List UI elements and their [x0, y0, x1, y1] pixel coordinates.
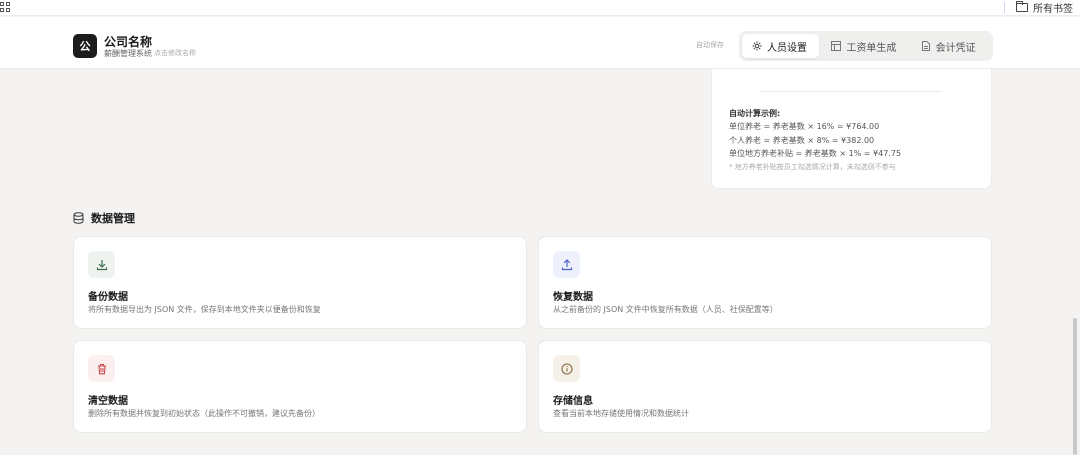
calc-line: 单位养老 = 养老基数 × 16% = ¥764.00 — [729, 122, 880, 131]
main-tabs: 人员设置 工资单生成 会计凭证 — [739, 31, 993, 61]
apps-grid-icon[interactable] — [0, 2, 10, 12]
bookmarks-separator — [1004, 2, 1005, 13]
section-title-text: 数据管理 — [91, 212, 135, 225]
gear-icon — [752, 41, 762, 51]
autosave-status: 自动保存 — [696, 41, 724, 49]
table-icon — [831, 41, 842, 51]
company-logo[interactable]: 公 — [73, 34, 97, 58]
all-bookmarks-label: 所有书签 — [1033, 3, 1073, 15]
card-description: 查看当前本地存储使用情况和数据统计 — [553, 409, 689, 418]
card-title: 存储信息 — [553, 396, 593, 407]
folder-icon — [1016, 0, 1028, 12]
calc-note: * 地方养老补贴按员工勾选情况计算，未勾选则不参与 — [729, 163, 896, 171]
tab-personnel-settings[interactable]: 人员设置 — [742, 34, 820, 58]
data-management-title: 数据管理 — [73, 210, 135, 226]
calc-line: 个人养老 = 养老基数 × 8% = ¥382.00 — [729, 136, 875, 145]
card-description: 将所有数据导出为 JSON 文件，保存到本地文件夹以便备份和恢复 — [88, 305, 321, 314]
all-bookmarks-folder[interactable]: 所有书签 — [1016, 0, 1073, 15]
info-icon — [553, 355, 580, 382]
card-description: 从之前备份的 JSON 文件中恢复所有数据（人员、社保配置等） — [553, 305, 778, 314]
calc-example-title: 自动计算示例: — [729, 109, 781, 118]
calc-example-card: 自动计算示例: 单位养老 = 养老基数 × 16% = ¥764.00 个人养老… — [711, 69, 992, 189]
divider — [760, 91, 942, 92]
tab-label: 人员设置 — [767, 42, 807, 54]
document-icon — [921, 41, 931, 51]
page-scrollbar[interactable] — [1073, 318, 1077, 455]
tab-label: 工资单生成 — [846, 42, 897, 54]
tab-payslip-generation[interactable]: 工资单生成 — [821, 34, 908, 58]
card-title: 备份数据 — [88, 292, 128, 303]
system-name: 薪酬管理系统 — [104, 49, 152, 58]
tab-label: 会计凭证 — [935, 42, 976, 54]
app-header: 公 公司名称 薪酬管理系统 点击修改名称 自动保存 人员设置 工资单生成 会计凭… — [0, 17, 1080, 69]
clear-data-card[interactable]: 清空数据 删除所有数据并恢复到初始状态（此操作不可撤销，建议先备份） — [73, 340, 527, 433]
calc-line: 单位地方养老补贴 = 养老基数 × 1% = ¥47.75 — [729, 149, 902, 158]
trash-icon — [88, 355, 115, 382]
backup-data-card[interactable]: 备份数据 将所有数据导出为 JSON 文件，保存到本地文件夹以便备份和恢复 — [73, 236, 527, 329]
rename-hint: 点击修改名称 — [154, 49, 196, 57]
bookmarks-bar: 所有书签 — [0, 0, 1080, 16]
upload-icon — [553, 251, 580, 278]
storage-info-card[interactable]: 存储信息 查看当前本地存储使用情况和数据统计 — [538, 340, 992, 433]
card-title: 恢复数据 — [553, 292, 593, 303]
card-title: 清空数据 — [88, 396, 128, 407]
restore-data-card[interactable]: 恢复数据 从之前备份的 JSON 文件中恢复所有数据（人员、社保配置等） — [538, 236, 992, 329]
download-icon — [88, 251, 115, 278]
database-icon — [73, 212, 84, 224]
card-description: 删除所有数据并恢复到初始状态（此操作不可撤销，建议先备份） — [88, 409, 320, 418]
tab-accounting-voucher[interactable]: 会计凭证 — [911, 34, 990, 58]
